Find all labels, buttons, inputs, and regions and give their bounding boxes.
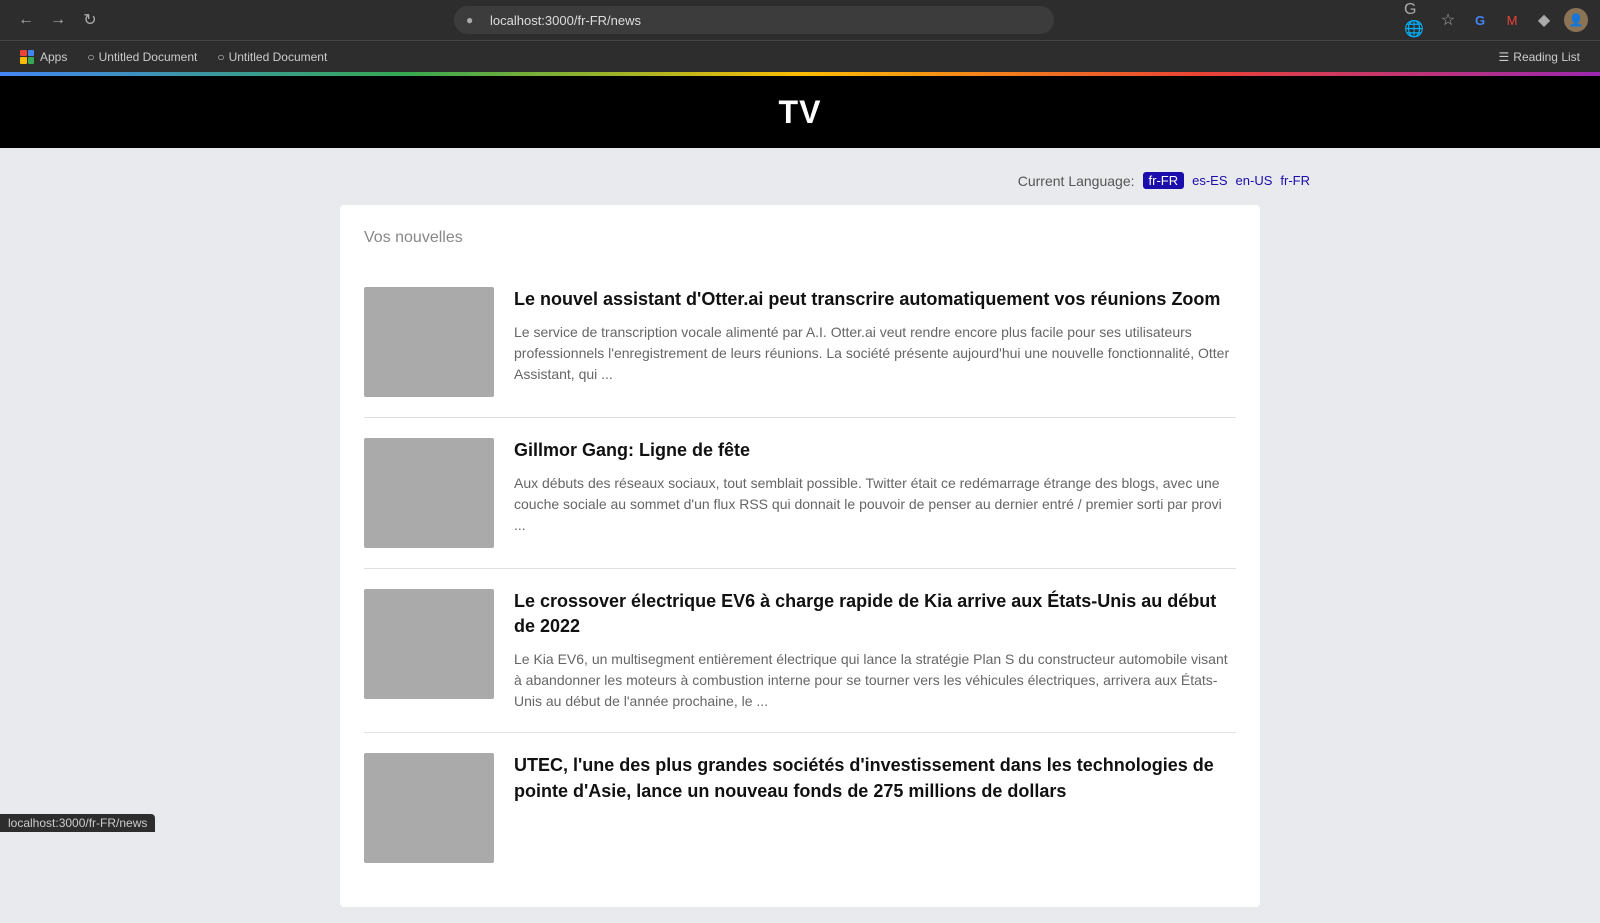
news-title-2[interactable]: Gillmor Gang: Ligne de fête [514, 438, 1236, 463]
browser-right-icons: G🌐 ☆ G M ◆ 👤 [1404, 8, 1588, 32]
gmail-icon[interactable]: M [1500, 8, 1524, 32]
news-title-3[interactable]: Le crossover électrique EV6 à charge rap… [514, 589, 1236, 639]
lang-current-badge[interactable]: fr-FR [1143, 172, 1185, 189]
apps-bookmark[interactable]: Apps [12, 48, 75, 66]
site-title: TV [779, 94, 822, 131]
news-content-4: UTEC, l'une des plus grandes sociétés d'… [514, 753, 1236, 813]
reading-list-button[interactable]: ☰ Reading List [1491, 48, 1588, 66]
reading-list-label: Reading List [1513, 50, 1580, 64]
news-title-1[interactable]: Le nouvel assistant d'Otter.ai peut tran… [514, 287, 1236, 312]
lang-es-es[interactable]: es-ES [1192, 173, 1227, 188]
news-summary-2: Aux débuts des réseaux sociaux, tout sem… [514, 473, 1236, 536]
news-content-2: Gillmor Gang: Ligne de fête Aux débuts d… [514, 438, 1236, 536]
apps-grid-icon [20, 50, 34, 64]
news-summary-1: Le service de transcription vocale alime… [514, 322, 1236, 385]
forward-button[interactable]: → [44, 6, 72, 34]
lang-fr-fr[interactable]: fr-FR [1280, 173, 1310, 188]
bookmarks-bar: Apps ○ Untitled Document ○ Untitled Docu… [0, 40, 1600, 72]
news-container: Vos nouvelles Le nouvel assistant d'Otte… [340, 205, 1260, 907]
news-thumbnail-4 [364, 753, 494, 863]
google-icon[interactable]: G [1468, 8, 1492, 32]
back-button[interactable]: ← [12, 6, 40, 34]
news-summary-3: Le Kia EV6, un multisegment entièrement … [514, 649, 1236, 712]
nav-buttons: ← → ↻ [12, 6, 104, 34]
news-item: Gillmor Gang: Ligne de fête Aux débuts d… [364, 418, 1236, 569]
news-thumbnail-2 [364, 438, 494, 548]
page-icon-2: ○ [217, 50, 224, 64]
bookmark-untitled-2[interactable]: ○ Untitled Document [209, 48, 335, 66]
current-language-label: Current Language: [1018, 173, 1135, 189]
lock-icon: ● [466, 13, 473, 27]
extension-icon[interactable]: ◆ [1532, 8, 1556, 32]
status-url: localhost:3000/fr-FR/news [8, 816, 147, 830]
bookmark-label-2: Untitled Document [229, 50, 328, 64]
status-bar: localhost:3000/fr-FR/news [0, 814, 155, 832]
news-item: Le nouvel assistant d'Otter.ai peut tran… [364, 267, 1236, 418]
news-content-1: Le nouvel assistant d'Otter.ai peut tran… [514, 287, 1236, 385]
news-thumbnail-3 [364, 589, 494, 699]
apps-label: Apps [40, 50, 67, 64]
bookmark-star-icon[interactable]: ☆ [1436, 8, 1460, 32]
main-content: Current Language: fr-FR es-ES en-US fr-F… [0, 148, 1600, 923]
news-list: Le nouvel assistant d'Otter.ai peut tran… [364, 267, 1236, 883]
reload-button[interactable]: ↻ [76, 6, 104, 34]
language-bar: Current Language: fr-FR es-ES en-US fr-F… [0, 164, 1600, 205]
address-bar[interactable]: ● localhost:3000/fr-FR/news [454, 6, 1054, 34]
news-content-3: Le crossover électrique EV6 à charge rap… [514, 589, 1236, 712]
browser-chrome: ← → ↻ ● localhost:3000/fr-FR/news G🌐 ☆ G… [0, 0, 1600, 40]
bookmark-untitled-1[interactable]: ○ Untitled Document [79, 48, 205, 66]
reading-list-icon: ☰ [1499, 50, 1510, 64]
translate-icon[interactable]: G🌐 [1404, 8, 1428, 32]
url-text: localhost:3000/fr-FR/news [490, 13, 641, 28]
avatar[interactable]: 👤 [1564, 8, 1588, 32]
news-thumbnail-1 [364, 287, 494, 397]
address-bar-container: ● localhost:3000/fr-FR/news [112, 6, 1396, 34]
site-header: TV [0, 76, 1600, 148]
news-title-4[interactable]: UTEC, l'une des plus grandes sociétés d'… [514, 753, 1236, 803]
news-item: Le crossover électrique EV6 à charge rap… [364, 569, 1236, 733]
bookmark-label-1: Untitled Document [99, 50, 198, 64]
lang-en-us[interactable]: en-US [1236, 173, 1273, 188]
news-item: UTEC, l'une des plus grandes sociétés d'… [364, 733, 1236, 883]
page-icon-1: ○ [87, 50, 94, 64]
section-title: Vos nouvelles [364, 229, 1236, 247]
